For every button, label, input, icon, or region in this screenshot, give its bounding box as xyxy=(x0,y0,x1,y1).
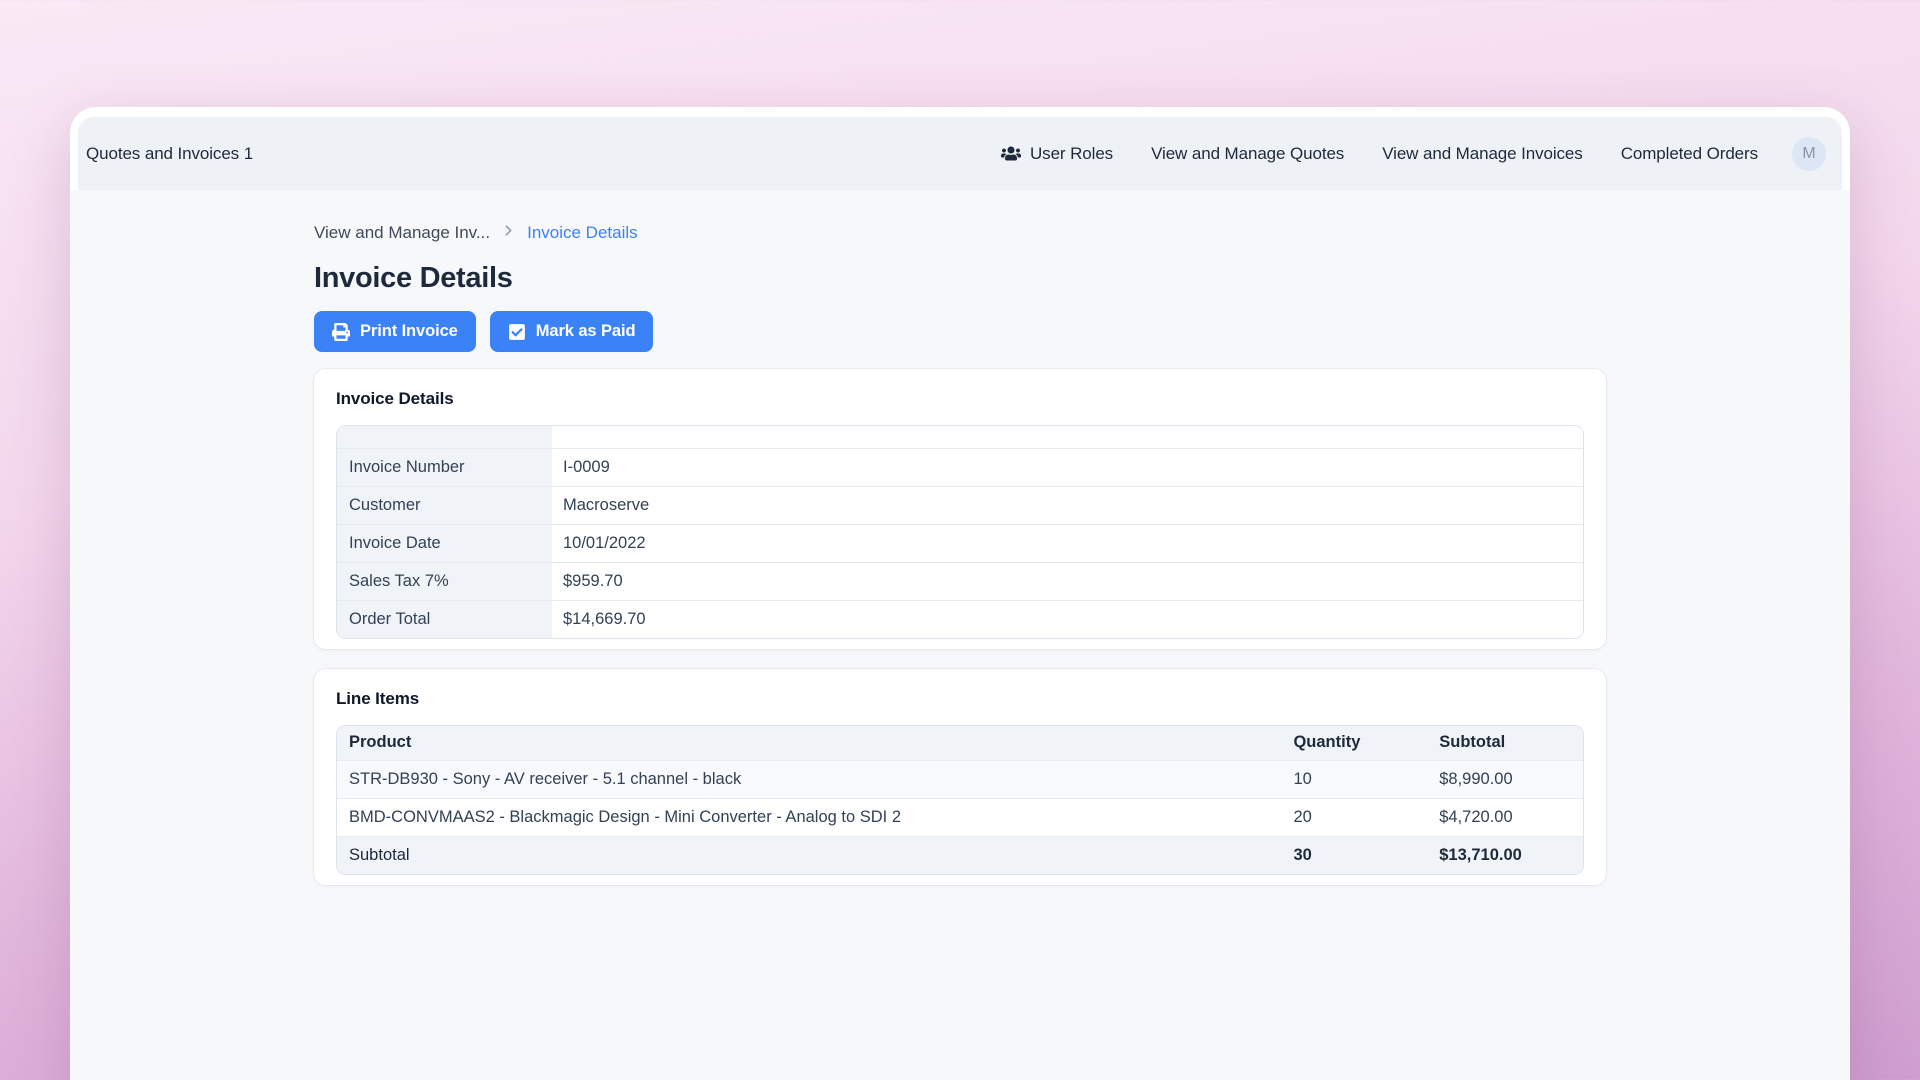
app-window: Quotes and Invoices 1 User Roles View an… xyxy=(70,107,1850,1080)
field-label: Order Total xyxy=(337,600,552,638)
mark-as-paid-button[interactable]: Mark as Paid xyxy=(490,311,654,352)
invoice-field-row: Invoice Number I-0009 xyxy=(337,448,1583,486)
field-value: $959.70 xyxy=(552,562,1583,600)
field-value: 10/01/2022 xyxy=(552,524,1583,562)
line-item-quantity: 10 xyxy=(1281,760,1427,798)
invoice-field-row: Sales Tax 7% $959.70 xyxy=(337,562,1583,600)
page-title: Invoice Details xyxy=(314,261,1606,295)
nav-item-user-roles[interactable]: User Roles xyxy=(1001,144,1113,164)
invoice-field-row: Invoice Date 10/01/2022 xyxy=(337,524,1583,562)
breadcrumb-current[interactable]: Invoice Details xyxy=(527,223,638,243)
line-items-table: Product Quantity Subtotal STR-DB930 - So… xyxy=(336,725,1584,875)
total-quantity: 30 xyxy=(1281,836,1427,874)
field-value: I-0009 xyxy=(552,448,1583,486)
field-value: $14,669.70 xyxy=(552,600,1583,638)
total-row-label: Subtotal xyxy=(337,836,1281,874)
invoice-field-row: Order Total $14,669.70 xyxy=(337,600,1583,638)
nav-item-label: User Roles xyxy=(1030,144,1113,164)
line-item-row: BMD-CONVMAAS2 - Blackmagic Design - Mini… xyxy=(337,798,1583,836)
line-items-card: Line Items Product Quantity Subtotal xyxy=(314,669,1606,885)
column-header-subtotal: Subtotal xyxy=(1427,726,1583,760)
top-navigation-bar: Quotes and Invoices 1 User Roles View an… xyxy=(78,117,1842,190)
field-label: Invoice Date xyxy=(337,524,552,562)
invoice-details-card: Invoice Details Invoice Number I-0009 xyxy=(314,369,1606,649)
column-header-quantity: Quantity xyxy=(1281,726,1427,760)
field-label: Invoice Number xyxy=(337,448,552,486)
content-area: View and Manage Inv... Invoice Details I… xyxy=(70,190,1850,1080)
line-item-product: STR-DB930 - Sony - AV receiver - 5.1 cha… xyxy=(337,760,1281,798)
mark-as-paid-label: Mark as Paid xyxy=(536,322,636,341)
nav-item-view-manage-invoices[interactable]: View and Manage Invoices xyxy=(1382,144,1582,164)
top-nav: User Roles View and Manage Quotes View a… xyxy=(1001,137,1826,171)
print-invoice-button[interactable]: Print Invoice xyxy=(314,311,476,352)
breadcrumb-parent-link[interactable]: View and Manage Inv... xyxy=(314,223,490,243)
app-title: Quotes and Invoices 1 xyxy=(86,144,253,164)
action-buttons: Print Invoice Mark as Paid xyxy=(314,311,1606,352)
field-label: Customer xyxy=(337,486,552,524)
field-label: Sales Tax 7% xyxy=(337,562,552,600)
line-item-row: STR-DB930 - Sony - AV receiver - 5.1 cha… xyxy=(337,760,1583,798)
printer-icon xyxy=(332,323,350,341)
nav-item-view-manage-quotes[interactable]: View and Manage Quotes xyxy=(1151,144,1344,164)
line-items-total-row: Subtotal 30 $13,710.00 xyxy=(337,836,1583,874)
table-header-row xyxy=(337,426,1583,448)
user-avatar[interactable]: M xyxy=(1792,137,1826,171)
invoice-field-row: Customer Macroserve xyxy=(337,486,1583,524)
nav-item-label: View and Manage Invoices xyxy=(1382,144,1582,164)
line-item-product: BMD-CONVMAAS2 - Blackmagic Design - Mini… xyxy=(337,798,1281,836)
nav-item-completed-orders[interactable]: Completed Orders xyxy=(1621,144,1758,164)
empty-header-cell xyxy=(552,426,1583,448)
check-square-icon xyxy=(508,323,526,341)
line-item-subtotal: $4,720.00 xyxy=(1427,798,1583,836)
users-icon xyxy=(1001,145,1021,162)
chevron-right-icon xyxy=(500,222,517,244)
line-item-quantity: 20 xyxy=(1281,798,1427,836)
nav-item-label: View and Manage Quotes xyxy=(1151,144,1344,164)
total-subtotal: $13,710.00 xyxy=(1427,836,1583,874)
invoice-details-card-title: Invoice Details xyxy=(336,389,1584,409)
line-items-card-title: Line Items xyxy=(336,689,1584,709)
line-item-subtotal: $8,990.00 xyxy=(1427,760,1583,798)
breadcrumb: View and Manage Inv... Invoice Details xyxy=(314,222,1606,244)
line-items-header-row: Product Quantity Subtotal xyxy=(337,726,1583,760)
nav-item-label: Completed Orders xyxy=(1621,144,1758,164)
field-value: Macroserve xyxy=(552,486,1583,524)
column-header-product: Product xyxy=(337,726,1281,760)
empty-header-cell xyxy=(337,426,552,448)
print-invoice-label: Print Invoice xyxy=(360,322,458,341)
invoice-details-table: Invoice Number I-0009 Customer Macroserv… xyxy=(336,425,1584,639)
